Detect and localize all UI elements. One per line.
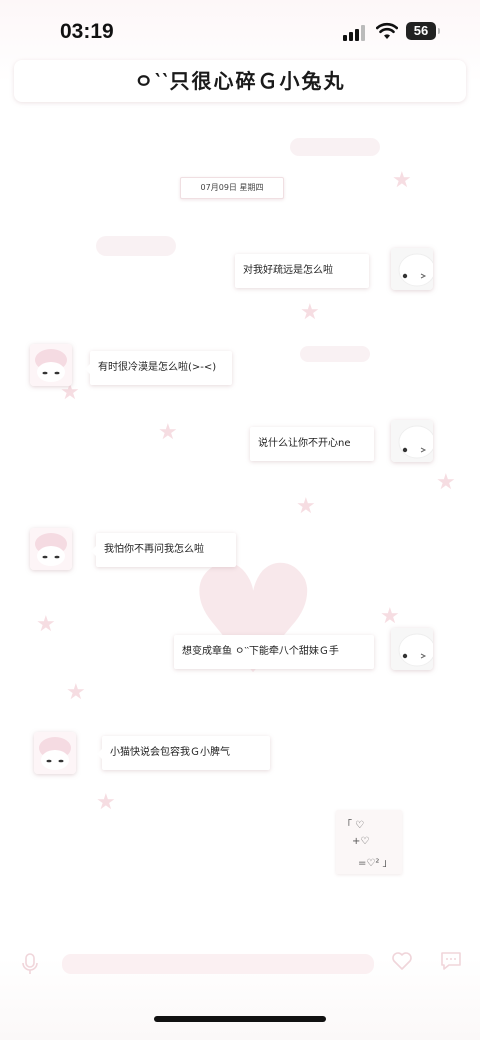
contact-avatar[interactable] [34,732,76,774]
wifi-icon [376,22,398,39]
star-decoration: ★ [158,420,178,445]
home-indicator[interactable] [154,1016,326,1022]
contact-avatar[interactable] [30,528,72,570]
contact-avatar[interactable] [30,344,72,386]
note-line: =♡² 」 [358,858,393,869]
message-input[interactable] [62,954,374,974]
star-decoration: ★ [392,168,412,193]
star-decoration: ★ [36,612,56,637]
bunny-avatar-icon [391,420,433,462]
star-decoration: ★ [66,680,86,705]
my-avatar[interactable] [391,420,433,462]
cloud-decoration [96,236,176,256]
star-decoration: ★ [96,790,116,815]
status-bar: 03:19 56 [0,0,480,60]
input-bar [0,940,480,990]
message-bubble-right[interactable]: 说什么让你不开心ne [250,427,374,461]
chat-header[interactable]: ㅇ‵‵只很心碎Ｇ小兔丸 [14,60,466,102]
cloud-decoration [300,346,370,362]
message-bubble-left[interactable]: 我怕你不再问我怎么啦 [91,533,236,567]
chat-screen: ★ ★ ★ ★ ★ ★ ★ ★ ★ ★ ♥ 03:19 56 ㅇ‵‵只很心碎Ｇ小… [0,0,480,1040]
background-decoration: ★ ★ ★ ★ ★ ★ ★ ★ ★ ★ [0,0,480,1040]
chat-title: ㅇ‵‵只很心碎Ｇ小兔丸 [134,69,346,93]
cloud-decoration [290,138,380,156]
melody-avatar-icon [30,528,72,570]
star-decoration: ★ [380,604,400,629]
bunny-avatar-icon [391,248,433,290]
my-avatar[interactable] [391,248,433,290]
heart-icon[interactable] [391,951,413,971]
star-decoration: ★ [296,494,316,519]
note-line: 「 ♡ [342,820,365,831]
bunny-avatar-icon [391,628,433,670]
melody-avatar-icon [30,344,72,386]
status-time: 03:19 [60,20,114,43]
message-bubble-right[interactable]: 想变成章鱼 ㅇ‵‵下能牵八个甜妹Ｇ手 [174,635,374,669]
star-decoration: ★ [300,300,320,325]
chat-icon[interactable] [440,950,462,972]
mic-icon[interactable] [20,952,40,976]
melody-avatar-icon [34,732,76,774]
my-avatar[interactable] [391,628,433,670]
cellular-signal-icon [343,25,365,41]
battery-indicator: 56 [406,22,440,40]
date-separator: 07月09日 星期四 [180,177,284,199]
message-bubble-left[interactable]: 有时很冷漠是怎么啦(>-<) [85,351,232,385]
message-bubble-right[interactable]: 对我好疏远是怎么啦 [235,254,369,288]
sticker-note[interactable]: 「 ♡ +♡ =♡² 」 [336,810,402,874]
star-decoration: ★ [436,470,456,495]
note-line: +♡ [352,836,370,847]
message-bubble-left[interactable]: 小猫快说会包容我Ｇ小脾气 [97,736,270,770]
